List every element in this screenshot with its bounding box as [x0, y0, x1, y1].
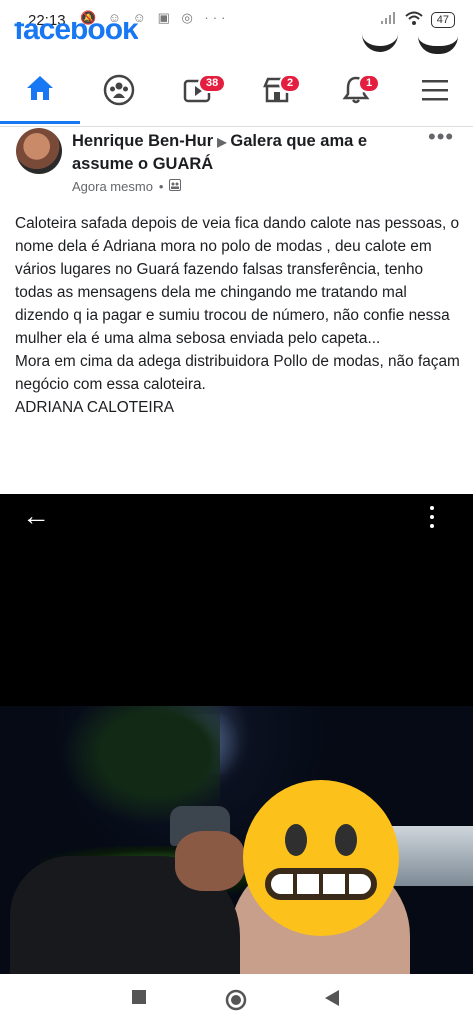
tab-marketplace[interactable]: 2: [237, 60, 317, 124]
hamburger-menu-icon: [421, 78, 449, 107]
groups-icon: [103, 74, 135, 111]
facebook-logo: facebook: [14, 22, 138, 46]
home-icon: [25, 74, 55, 107]
battery-icon: 47: [430, 11, 455, 28]
tab-notifications[interactable]: 1: [316, 60, 396, 124]
emoji-teeth: [265, 868, 377, 900]
top-nav-bar: 38 2 1: [0, 60, 473, 127]
tab-menu[interactable]: [395, 60, 473, 124]
dot-separator: •: [158, 179, 164, 194]
post-photo[interactable]: ←: [0, 494, 473, 974]
tab-groups[interactable]: [79, 60, 159, 124]
back-button-icon[interactable]: [324, 989, 340, 1012]
person-face: [175, 831, 245, 891]
post-time[interactable]: Agora mesmo: [72, 179, 153, 194]
audience-group-icon: [169, 179, 182, 194]
emoji-left-eye: [285, 824, 307, 856]
post-text: Caloteira safada depois de veia fica dan…: [15, 215, 460, 416]
marketplace-badge: 2: [279, 74, 302, 93]
grimacing-face-emoji: [243, 780, 399, 936]
night-scene: [0, 706, 473, 974]
status-right-icons: 47: [380, 11, 455, 28]
signal-icon: [380, 12, 397, 27]
recent-apps-icon[interactable]: [131, 989, 147, 1010]
messenger-icon[interactable]: [418, 28, 458, 54]
wifi-icon: [405, 11, 423, 28]
post-header-title: Henrique Ben-Hur ▶ Galera que ama e assume…: [72, 130, 412, 175]
emoji-right-eye: [335, 824, 357, 856]
search-icon[interactable]: [362, 28, 398, 52]
author-avatar[interactable]: [16, 128, 62, 174]
system-navigation-bar: [0, 974, 473, 1024]
back-arrow-icon: ←: [22, 500, 50, 531]
tab-watch[interactable]: 38: [158, 60, 238, 124]
home-button-icon[interactable]: [225, 989, 247, 1016]
watch-badge: 38: [198, 74, 227, 93]
vertical-more-icon: [430, 506, 436, 533]
tab-home[interactable]: [0, 60, 80, 124]
post-meta: Agora mesmo •: [72, 179, 182, 194]
notifications-badge: 1: [358, 74, 381, 93]
triangle-right-icon: ▶: [217, 135, 227, 149]
more-options-icon[interactable]: •••: [428, 124, 454, 150]
author-name[interactable]: Henrique Ben-Hur: [72, 132, 213, 150]
